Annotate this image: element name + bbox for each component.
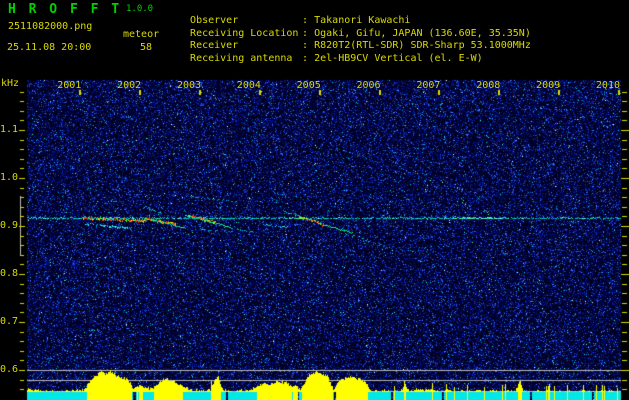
freq-tick-label: 0.7: [0, 316, 19, 327]
app-version: 1.0.0: [126, 4, 154, 14]
info-value: 2el-HB9CV Vertical (el. E-W): [314, 53, 483, 64]
info-row-antenna: Receiving antenna: 2el-HB9CV Vertical (e…: [178, 42, 483, 64]
time-tick-label: 2006: [356, 80, 381, 91]
datetime-label: 25.11.08 20:00: [7, 42, 92, 53]
time-tick-label: 2002: [117, 80, 142, 91]
info-colon: :: [302, 53, 309, 64]
freq-tick-label: 0.6: [0, 364, 19, 375]
info-label: Receiving antenna: [190, 53, 293, 64]
time-tick-label: 2001: [57, 80, 82, 91]
time-tick-label: 2003: [176, 80, 202, 91]
mode-label: meteor: [123, 29, 160, 40]
app-title: H R O F F T: [8, 2, 122, 17]
time-tick-label: 2007: [416, 80, 441, 91]
time-tick-label: 2004: [236, 80, 261, 91]
y-axis-unit-label: kHz: [1, 78, 20, 89]
freq-tick-label: 1.0: [0, 172, 19, 183]
time-tick-label: 2009: [536, 80, 561, 91]
time-tick-label: 2010: [595, 80, 620, 91]
freq-tick-label: 1.1: [0, 124, 19, 135]
time-tick-label: 2005: [296, 80, 321, 91]
time-tick-label: 2008: [476, 80, 501, 91]
freq-tick-label: 0.9: [0, 220, 19, 231]
echo-count: 58: [140, 42, 153, 53]
freq-tick-label: 0.8: [0, 268, 19, 279]
output-filename: 2511082000.png: [8, 21, 93, 32]
